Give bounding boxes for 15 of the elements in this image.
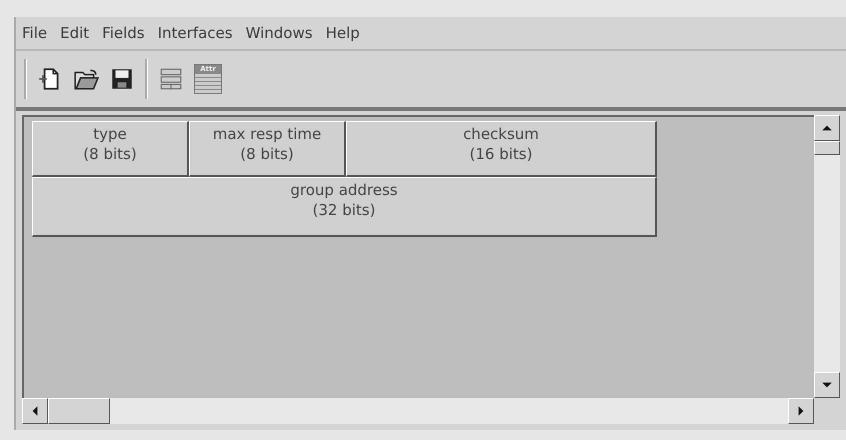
menu-item[interactable]: Fields bbox=[102, 24, 145, 42]
scroll-thumb[interactable] bbox=[48, 398, 110, 424]
packet-field[interactable]: max resp time (8 bits) bbox=[189, 121, 346, 177]
horizontal-scrollbar[interactable] bbox=[22, 398, 814, 424]
vertical-scrollbar[interactable] bbox=[814, 115, 840, 398]
menu-item[interactable]: Interfaces bbox=[158, 24, 233, 42]
menu-item[interactable]: File bbox=[22, 24, 48, 42]
menu-item[interactable]: Windows bbox=[246, 24, 313, 42]
packet-field[interactable]: checksum (16 bits) bbox=[346, 121, 657, 177]
menu-item[interactable]: Edit bbox=[60, 24, 90, 42]
table-layout-icon[interactable] bbox=[158, 66, 184, 92]
packet-field[interactable]: group address (32 bits) bbox=[32, 177, 657, 237]
scroll-thumb[interactable] bbox=[814, 141, 840, 155]
packet-field[interactable]: type (8 bits) bbox=[32, 121, 189, 177]
menu-item[interactable]: Help bbox=[326, 24, 360, 42]
